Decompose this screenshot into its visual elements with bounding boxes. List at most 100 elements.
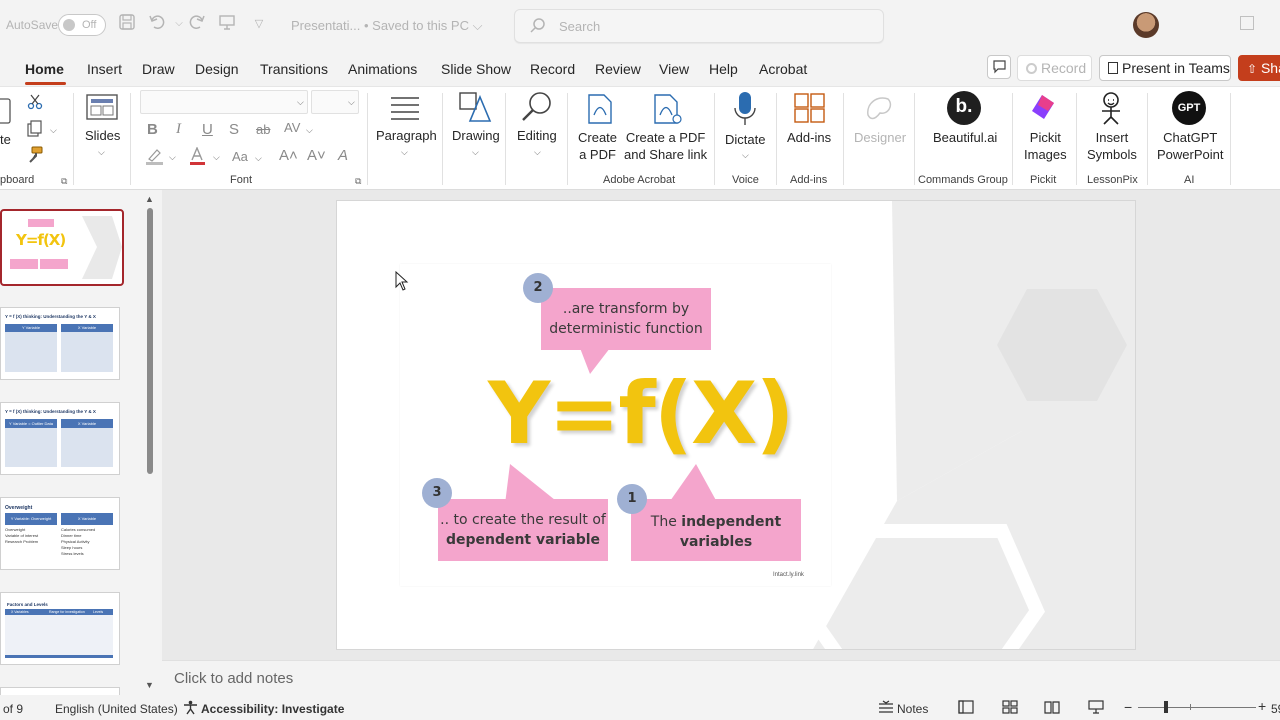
notes-toggle[interactable]: Notes [897, 702, 928, 716]
scroll-down-icon[interactable]: ▼ [145, 680, 154, 690]
tab-transitions[interactable]: Transitions [260, 61, 328, 77]
paste-label[interactable]: te [0, 131, 11, 148]
italic-button[interactable]: I [176, 121, 181, 138]
spacing-dropdown-icon[interactable]: ⌵ [306, 125, 313, 136]
tab-record[interactable]: Record [530, 61, 575, 77]
document-title[interactable]: Presentati... • Saved to this PC ⌵ [291, 18, 482, 34]
create-pdf-share-label[interactable]: Create a PDF and Share link [624, 129, 707, 163]
record-button[interactable]: Record [1017, 55, 1092, 81]
dictate-dropdown-icon[interactable]: ⌵ [742, 150, 749, 161]
shrink-font-button[interactable]: A˅ [307, 147, 326, 164]
chatgpt-powerpoint-label[interactable]: ChatGPT PowerPoint [1157, 129, 1223, 163]
copy-icon[interactable] [26, 120, 44, 141]
font-launcher-icon[interactable]: ⧉ [355, 176, 361, 187]
paragraph-icon[interactable] [390, 95, 420, 124]
designer-label[interactable]: Designer [854, 129, 906, 146]
tab-animations[interactable]: Animations [348, 61, 417, 77]
paragraph-dropdown-icon[interactable]: ⌵ [401, 147, 408, 158]
change-case-dropdown-icon[interactable]: ⌵ [255, 153, 262, 164]
create-pdf-share-icon[interactable] [652, 93, 682, 128]
tab-view[interactable]: View [659, 61, 689, 77]
zoom-level[interactable]: 59 [1271, 702, 1280, 716]
scroll-thumb[interactable] [147, 208, 153, 474]
clipboard-launcher-icon[interactable]: ⧉ [61, 176, 67, 187]
reading-view-icon[interactable] [1044, 700, 1060, 717]
thumbnail-scrollbar[interactable]: ▲ ▼ [145, 194, 155, 690]
highlight-dropdown-icon[interactable]: ⌵ [169, 152, 176, 163]
drawing-dropdown-icon[interactable]: ⌵ [472, 147, 479, 158]
insert-symbols-icon[interactable] [1094, 91, 1128, 128]
paste-icon[interactable] [0, 95, 12, 130]
tab-home[interactable]: Home [25, 61, 64, 77]
add-ins-icon[interactable] [794, 93, 826, 126]
tab-insert[interactable]: Insert [87, 61, 122, 77]
font-size-combo[interactable]: ⌵ [311, 90, 359, 114]
editing-label[interactable]: Editing [517, 127, 557, 144]
zoom-in-icon[interactable]: + [1258, 698, 1266, 714]
font-color-icon[interactable] [188, 146, 208, 168]
notes-pane[interactable]: Click to add notes [162, 660, 1280, 695]
tab-slide-show[interactable]: Slide Show [441, 61, 511, 77]
designer-icon[interactable] [864, 93, 894, 126]
customize-toolbar-icon[interactable]: ▽ [248, 13, 270, 35]
slide-thumbnail-1[interactable]: Y=f(X) [0, 209, 124, 286]
cut-icon[interactable] [27, 94, 43, 113]
tab-acrobat[interactable]: Acrobat [759, 61, 807, 77]
tab-draw[interactable]: Draw [142, 61, 175, 77]
slide-thumbnail-2[interactable]: Y = f (X) thinking: Understanding the Y … [0, 307, 120, 380]
redo-icon[interactable] [186, 13, 208, 35]
grow-font-button[interactable]: A˄ [279, 147, 298, 164]
save-icon[interactable] [116, 13, 138, 35]
insert-symbols-label[interactable]: Insert Symbols [1087, 129, 1137, 163]
zoom-slider[interactable] [1138, 701, 1256, 713]
slides-dropdown-icon[interactable]: ⌵ [98, 147, 105, 158]
slide-image[interactable]: 2 ..are transform by deterministic functi… [400, 264, 831, 586]
beautiful-ai-logo-icon[interactable]: b. [947, 91, 981, 125]
present-from-start-icon[interactable] [216, 13, 238, 35]
notes-placeholder[interactable]: Click to add notes [174, 670, 293, 687]
underline-button[interactable]: U [202, 121, 213, 138]
new-slide-icon[interactable] [86, 93, 118, 124]
tab-help[interactable]: Help [709, 61, 738, 77]
slide-canvas[interactable]: 2 ..are transform by deterministic functi… [336, 200, 1136, 650]
strikethrough-button[interactable]: ab [256, 122, 270, 137]
restore-window-icon[interactable] [1240, 16, 1254, 30]
language-status[interactable]: English (United States) [55, 702, 178, 716]
normal-view-icon[interactable] [958, 700, 974, 717]
accessibility-icon[interactable] [183, 700, 198, 718]
clear-formatting-button[interactable]: A [338, 147, 348, 164]
slide-thumbnail-4[interactable]: Overweight Y Variable: Overweight Overwe… [0, 497, 120, 570]
tab-review[interactable]: Review [595, 61, 641, 77]
dictate-label[interactable]: Dictate [725, 131, 765, 148]
comments-button[interactable] [987, 55, 1011, 79]
font-family-combo[interactable]: ⌵ [140, 90, 308, 114]
drawing-shapes-icon[interactable] [458, 91, 492, 126]
slide-thumbnail-6[interactable] [0, 687, 120, 695]
pickit-images-label[interactable]: Pickit Images [1024, 129, 1067, 163]
undo-icon[interactable] [146, 13, 168, 35]
pickit-icon[interactable] [1030, 93, 1058, 126]
accessibility-status[interactable]: Accessibility: Investigate [201, 702, 344, 716]
paragraph-label[interactable]: Paragraph [376, 127, 437, 144]
chatgpt-logo-icon[interactable]: GPT [1172, 91, 1206, 125]
beautiful-ai-label[interactable]: Beautiful.ai [933, 129, 997, 146]
autosave-toggle[interactable]: Off [58, 14, 106, 36]
share-button[interactable]: ⇧ Sha [1238, 55, 1280, 81]
text-shadow-button[interactable]: S [229, 121, 239, 138]
microphone-icon[interactable] [733, 91, 757, 130]
create-pdf-label[interactable]: Create a PDF [578, 129, 617, 163]
create-pdf-icon[interactable] [586, 93, 614, 128]
notes-icon[interactable] [878, 700, 894, 717]
slide-thumbnail-5[interactable]: Factors and Levels X Variables Range for… [0, 592, 120, 665]
copy-dropdown-icon[interactable]: ⌵ [50, 125, 57, 136]
bold-button[interactable]: B [147, 121, 158, 138]
present-in-teams-button[interactable]: Present in Teams [1099, 55, 1231, 81]
slide-sorter-icon[interactable] [1002, 700, 1018, 717]
user-avatar[interactable] [1133, 12, 1159, 38]
font-color-dropdown-icon[interactable]: ⌵ [213, 152, 220, 163]
editing-find-icon[interactable] [520, 91, 554, 126]
slide-thumbnail-3[interactable]: Y = f (X) thinking: Understanding the Y … [0, 402, 120, 475]
editing-dropdown-icon[interactable]: ⌵ [534, 147, 541, 158]
search-box[interactable]: Search [514, 9, 884, 43]
add-ins-label[interactable]: Add-ins [787, 129, 831, 146]
